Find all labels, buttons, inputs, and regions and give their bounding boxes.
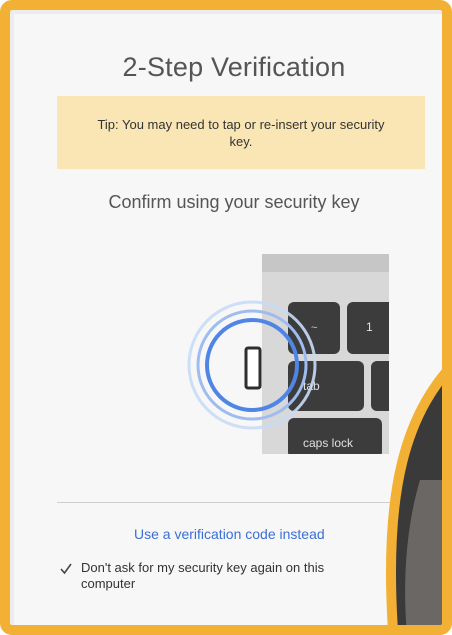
verification-card: 2-Step Verification Tip: You may need to…: [14, 14, 442, 625]
use-verification-code-link[interactable]: Use a verification code instead: [134, 526, 354, 542]
divider: [57, 502, 442, 503]
page-title: 2-Step Verification: [122, 52, 346, 82]
usb-key-icon: [244, 346, 262, 390]
key-caps-lock-label: caps lock: [303, 436, 354, 450]
key-tab: [288, 361, 364, 411]
key-1-label: 1: [366, 320, 373, 334]
screenshot-frame: 2-Step Verification Tip: You may need to…: [0, 0, 452, 635]
key-tilde-label: ~: [311, 322, 317, 334]
confirm-heading: Confirm using your security key: [108, 192, 360, 212]
remember-checkbox-row[interactable]: Don't ask for my security key again on t…: [59, 560, 379, 592]
remember-checkbox-label: Don't ask for my security key again on t…: [81, 560, 325, 591]
security-key-illustration: ~ 1 tab caps lock: [187, 254, 389, 454]
tip-banner: Tip: You may need to tap or re-insert yo…: [57, 96, 425, 169]
checkmark-icon[interactable]: [59, 562, 73, 576]
key-q: [371, 361, 389, 411]
laptop-edge: [262, 254, 389, 272]
